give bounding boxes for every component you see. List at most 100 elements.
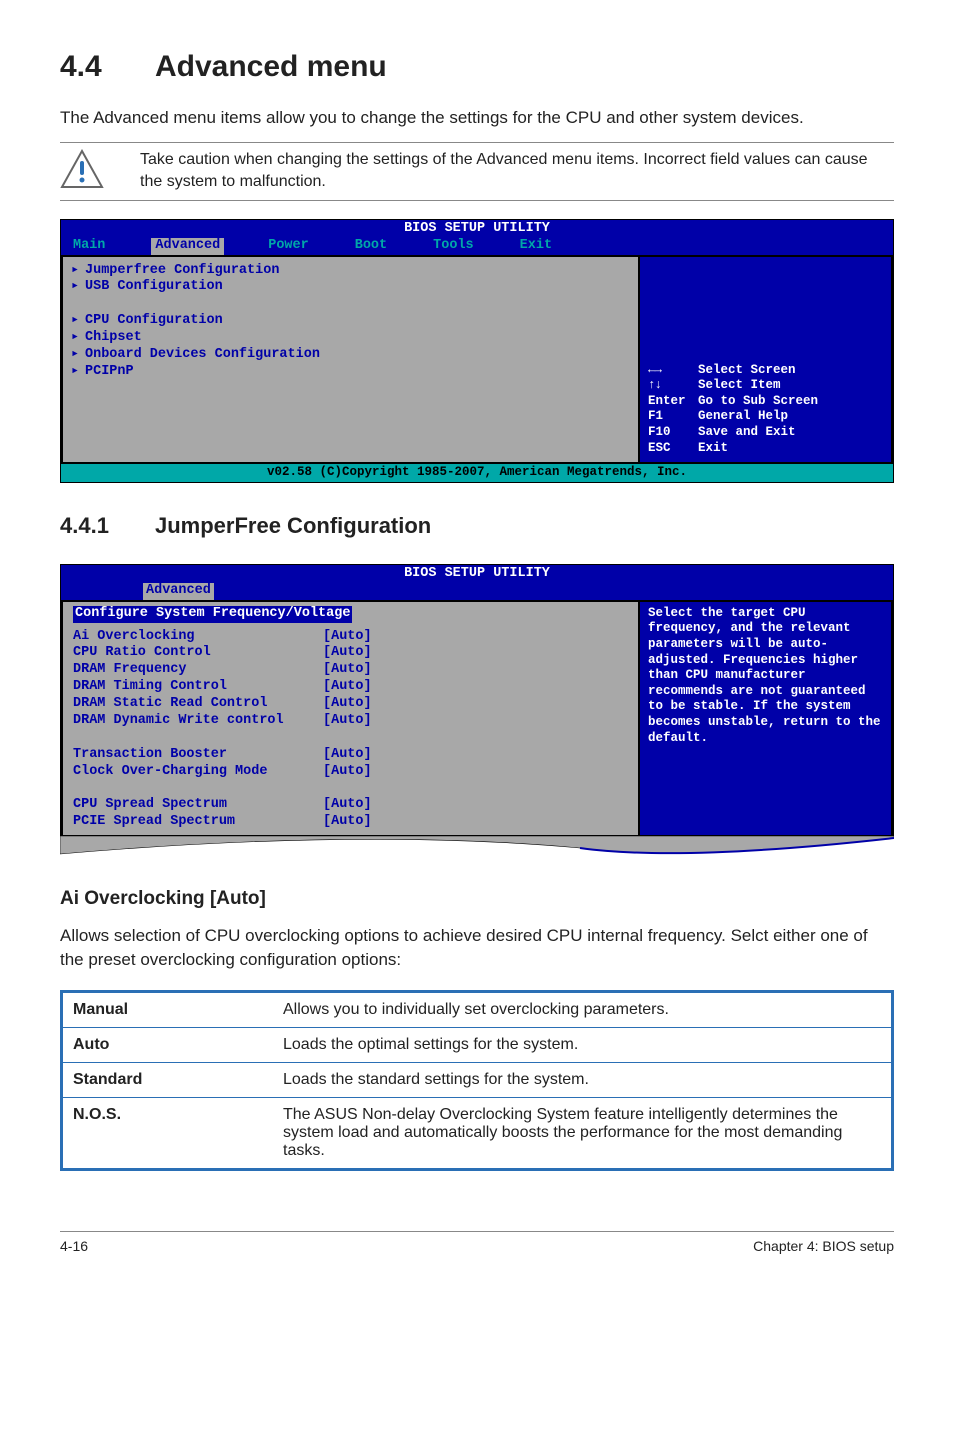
bios-setting-label <box>73 780 323 797</box>
bios-setting-label: DRAM Static Read Control <box>73 696 323 713</box>
option-description: Allows you to individually set overclock… <box>273 991 893 1027</box>
bios-setting-label: Transaction Booster <box>73 747 323 764</box>
bios-setting-label: DRAM Timing Control <box>73 679 323 696</box>
caution-text: Take caution when changing the settings … <box>140 149 894 194</box>
bios-setting-row[interactable]: CPU Spread Spectrum[Auto] <box>73 797 628 814</box>
submenu-arrow-icon: ▸ <box>71 330 85 347</box>
page-footer: 4-16 Chapter 4: BIOS setup <box>60 1231 894 1254</box>
bios-key-hints: ←→Select Screen ↑↓Select Item EnterGo to… <box>648 363 883 457</box>
submenu-arrow-icon: ▸ <box>71 263 85 280</box>
bios-setting-value: [Auto] <box>323 679 372 696</box>
bios-tab-bar: Advanced <box>61 583 893 600</box>
submenu-arrow-icon: ▸ <box>71 364 85 381</box>
bios-panel-header: Configure System Frequency/Voltage <box>73 606 352 623</box>
bios-setting-row[interactable]: DRAM Dynamic Write control[Auto] <box>73 713 628 730</box>
bios-setting-row[interactable]: Clock Over-Charging Mode[Auto] <box>73 764 628 781</box>
bios-setting-row <box>73 780 628 797</box>
bios-setting-value: [Auto] <box>323 814 372 831</box>
bios-setting-value: [Auto] <box>323 629 372 646</box>
chapter-label: Chapter 4: BIOS setup <box>753 1238 894 1254</box>
bios-screen-jumperfree: BIOS SETUP UTILITY Advanced Configure Sy… <box>60 564 894 838</box>
option-name: Standard <box>62 1062 274 1097</box>
bios-setting-row[interactable]: Transaction Booster[Auto] <box>73 747 628 764</box>
table-row: ManualAllows you to individually set ove… <box>62 991 893 1027</box>
option-name: Auto <box>62 1027 274 1062</box>
caution-box: Take caution when changing the settings … <box>60 143 894 200</box>
bios-setting-label: CPU Spread Spectrum <box>73 797 323 814</box>
page-number: 4-16 <box>60 1238 88 1254</box>
bios-screen-advanced-menu: BIOS SETUP UTILITY Main Advanced Power B… <box>60 219 894 483</box>
bios-setting-label: DRAM Frequency <box>73 662 323 679</box>
options-table: ManualAllows you to individually set ove… <box>60 990 894 1171</box>
bios-title: BIOS SETUP UTILITY <box>61 565 893 583</box>
section-title-text: Advanced menu <box>155 50 387 83</box>
submenu-arrow-icon: ▸ <box>71 313 85 330</box>
option-name: N.O.S. <box>62 1097 274 1169</box>
bios-setting-value: [Auto] <box>323 713 372 730</box>
divider <box>60 200 894 201</box>
key-hint: ←→ <box>648 363 698 379</box>
bios-tab-exit[interactable]: Exit <box>520 238 574 255</box>
field-heading: Ai Overclocking [Auto] <box>60 888 894 910</box>
option-description: Loads the standard settings for the syst… <box>273 1062 893 1097</box>
caution-icon <box>60 149 104 194</box>
bios-menu-item[interactable]: ▸USB Configuration <box>71 279 628 296</box>
bios-setting-row[interactable]: Ai Overclocking[Auto] <box>73 629 628 646</box>
bios-menu-item[interactable]: ▸Jumperfree Configuration <box>71 263 628 280</box>
key-hint: ESC <box>648 441 698 457</box>
key-hint: Enter <box>648 394 698 410</box>
bios-setting-value: [Auto] <box>323 662 372 679</box>
bios-tab-advanced[interactable]: Advanced <box>143 583 214 600</box>
bios-setting-label <box>73 730 323 747</box>
bios-setting-label: CPU Ratio Control <box>73 645 323 662</box>
bios-setting-value: [Auto] <box>323 797 372 814</box>
bios-setting-label: Clock Over-Charging Mode <box>73 764 323 781</box>
table-row: N.O.S.The ASUS Non-delay Overclocking Sy… <box>62 1097 893 1169</box>
bios-menu-item[interactable]: ▸CPU Configuration <box>71 313 628 330</box>
bios-setting-row[interactable]: PCIE Spread Spectrum[Auto] <box>73 814 628 831</box>
bios-setting-row <box>73 730 628 747</box>
bios-tab-advanced[interactable]: Advanced <box>151 238 224 255</box>
bios-menu-item[interactable]: ▸PCIPnP <box>71 364 628 381</box>
bios-tab-main[interactable]: Main <box>73 238 127 255</box>
bios-setting-row[interactable]: DRAM Static Read Control[Auto] <box>73 696 628 713</box>
key-hint: F10 <box>648 425 698 441</box>
bios-help-panel: ←→Select Screen ↑↓Select Item EnterGo to… <box>639 255 893 465</box>
submenu-arrow-icon: ▸ <box>71 279 85 296</box>
bios-title: BIOS SETUP UTILITY <box>61 220 893 238</box>
bios-tab-boot[interactable]: Boot <box>355 238 409 255</box>
bios-tab-power[interactable]: Power <box>268 238 331 255</box>
bios-setting-label: PCIE Spread Spectrum <box>73 814 323 831</box>
key-hint: F1 <box>648 409 698 425</box>
bios-setting-row[interactable]: DRAM Frequency[Auto] <box>73 662 628 679</box>
page-curl-graphic <box>60 836 894 862</box>
bios-setting-row[interactable]: CPU Ratio Control[Auto] <box>73 645 628 662</box>
bios-menu-list: ▸Jumperfree Configuration ▸USB Configura… <box>61 255 639 465</box>
option-name: Manual <box>62 991 274 1027</box>
bios-setting-value: [Auto] <box>323 696 372 713</box>
bios-setting-value: [Auto] <box>323 645 372 662</box>
field-description: Allows selection of CPU overclocking opt… <box>60 924 894 972</box>
table-row: AutoLoads the optimal settings for the s… <box>62 1027 893 1062</box>
bios-help-panel: Select the target CPU frequency, and the… <box>639 600 893 837</box>
section-heading: 4.4Advanced menu <box>60 50 894 84</box>
key-hint: ↑↓ <box>648 378 698 394</box>
bios-setting-value: [Auto] <box>323 747 372 764</box>
option-description: Loads the optimal settings for the syste… <box>273 1027 893 1062</box>
bios-settings-panel: Configure System Frequency/Voltage Ai Ov… <box>61 600 639 837</box>
subsection-title-text: JumperFree Configuration <box>155 513 431 538</box>
bios-setting-value: [Auto] <box>323 764 372 781</box>
submenu-arrow-icon: ▸ <box>71 347 85 364</box>
intro-paragraph: The Advanced menu items allow you to cha… <box>60 106 894 130</box>
bios-tab-tools[interactable]: Tools <box>433 238 496 255</box>
bios-menu-item[interactable]: ▸Onboard Devices Configuration <box>71 347 628 364</box>
subsection-heading: 4.4.1JumperFree Configuration <box>60 513 894 539</box>
bios-menu-item[interactable]: ▸Chipset <box>71 330 628 347</box>
option-description: The ASUS Non-delay Overclocking System f… <box>273 1097 893 1169</box>
bios-setting-label: Ai Overclocking <box>73 629 323 646</box>
subsection-number: 4.4.1 <box>60 513 155 539</box>
bios-setting-row[interactable]: DRAM Timing Control[Auto] <box>73 679 628 696</box>
bios-help-text: Select the target CPU frequency, and the… <box>648 606 883 747</box>
bios-setting-label: DRAM Dynamic Write control <box>73 713 323 730</box>
table-row: StandardLoads the standard settings for … <box>62 1062 893 1097</box>
